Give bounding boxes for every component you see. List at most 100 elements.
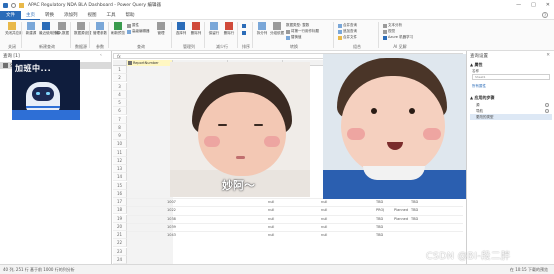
gear-icon[interactable] <box>545 103 549 107</box>
gear-icon[interactable] <box>545 109 549 113</box>
table-cell[interactable]: null <box>268 200 274 204</box>
table-cell[interactable]: TBD <box>376 217 383 221</box>
table-cell[interactable]: null <box>268 225 274 229</box>
row-number[interactable]: 20 <box>113 222 127 231</box>
row-number[interactable]: 1 <box>113 66 127 74</box>
row-number[interactable]: 2 <box>113 74 127 83</box>
row-number[interactable]: 14 <box>113 173 127 182</box>
table-cell[interactable]: null <box>268 217 274 221</box>
row-number[interactable]: 22 <box>113 239 127 248</box>
table-cell[interactable]: null <box>321 217 327 221</box>
refresh-preview-button[interactable]: 刷新预览 <box>111 22 125 35</box>
table-cell[interactable]: 1043 <box>167 233 176 237</box>
row-number[interactable]: 15 <box>113 181 127 190</box>
table-cell[interactable]: 1007 <box>167 200 176 204</box>
tab-home[interactable]: 主页 <box>21 11 40 20</box>
vision-button[interactable]: 视觉 <box>383 29 395 34</box>
maximize-button[interactable]: □ <box>531 2 536 8</box>
close-apply-button[interactable]: 关闭并应用 <box>5 22 23 35</box>
status-column-profile[interactable]: 基于前 1000 行的列分析 <box>30 267 75 273</box>
split-column-button[interactable]: 拆分列 <box>255 22 269 35</box>
replace-values-button[interactable]: 替换值 <box>286 35 302 40</box>
manage-button[interactable]: 管理 <box>154 22 168 35</box>
choose-columns-button[interactable]: 选择列 <box>174 22 188 35</box>
enter-data-button[interactable]: 输入数据 <box>55 22 69 35</box>
close-settings-icon[interactable]: ✕ <box>546 53 550 58</box>
append-queries-button[interactable]: 追加查询 <box>338 29 357 34</box>
table-cell[interactable]: 1039 <box>167 225 176 229</box>
row-number[interactable]: 18 <box>113 206 127 215</box>
advanced-editor-button[interactable]: 高级编辑器 <box>127 29 150 34</box>
tab-transform[interactable]: 转换 <box>40 11 59 20</box>
table-cell[interactable]: TBD <box>411 200 418 204</box>
sort-descending-button[interactable] <box>242 31 246 35</box>
row-number[interactable]: 24 <box>113 255 127 264</box>
close-window-button[interactable]: ✕ <box>546 2 550 8</box>
text-analytics-button[interactable]: 文本分析 <box>383 23 402 28</box>
combine-files-button[interactable]: 合并文件 <box>338 35 357 40</box>
row-number[interactable]: 5 <box>113 99 127 107</box>
properties-header[interactable]: ▲ 属性 <box>470 62 482 68</box>
data-type-dropdown[interactable]: 数据类型: 整数 <box>286 23 309 28</box>
merge-queries-button[interactable]: 合并查询 <box>338 23 357 28</box>
sort-ascending-button[interactable] <box>242 24 246 28</box>
folder-icon[interactable] <box>19 3 24 8</box>
table-cell[interactable]: TBD <box>411 208 418 212</box>
minimize-button[interactable]: — <box>516 2 521 8</box>
row-number[interactable]: 7 <box>113 115 127 124</box>
step-changed-type[interactable]: 更改的类型 <box>470 114 552 120</box>
table-cell[interactable]: TBD <box>411 217 418 221</box>
manage-params-button[interactable]: 管理参数 <box>93 22 107 35</box>
row-number[interactable]: 19 <box>113 214 127 223</box>
row-number[interactable]: 16 <box>113 189 127 198</box>
row-number[interactable]: 6 <box>113 107 127 116</box>
table-cell[interactable]: Planned <box>394 217 408 221</box>
tab-file[interactable]: 文件 <box>0 10 21 20</box>
table-cell[interactable]: TBD <box>376 233 383 237</box>
group-by-button[interactable]: 分组依据 <box>270 22 284 35</box>
row-number[interactable]: 12 <box>113 156 127 165</box>
table-cell[interactable]: null <box>321 233 327 237</box>
table-cell[interactable]: TBD <box>376 225 383 229</box>
row-number[interactable]: 9 <box>113 132 127 140</box>
row-number[interactable]: 13 <box>113 165 127 173</box>
row-number[interactable]: 21 <box>113 231 127 239</box>
row-number[interactable]: 8 <box>113 123 127 132</box>
table-cell[interactable]: null <box>321 225 327 229</box>
table-cell[interactable]: null <box>268 233 274 237</box>
row-number[interactable]: 3 <box>113 82 127 91</box>
remove-rows-button[interactable]: 删除行 <box>222 22 236 35</box>
tab-add-column[interactable]: 添加列 <box>59 11 83 20</box>
new-source-button[interactable]: 新建源 <box>24 22 38 35</box>
all-properties-link[interactable]: 所有属性 <box>472 84 486 89</box>
row-number[interactable]: 11 <box>113 148 127 157</box>
table-cell[interactable]: TBD <box>376 200 383 204</box>
row-number[interactable]: 23 <box>113 247 127 256</box>
table-cell[interactable]: Planned <box>394 208 408 212</box>
row-number[interactable]: 4 <box>113 90 127 99</box>
help-icon[interactable]: ? <box>542 12 548 18</box>
collapse-icon[interactable]: ‹ <box>100 53 102 58</box>
azure-ml-button[interactable]: Azure 机器学习 <box>383 35 413 40</box>
tab-view[interactable]: 视图 <box>83 11 102 20</box>
applied-steps-header[interactable]: ▲ 应用的步骤 <box>470 95 494 101</box>
use-first-row-headers-button[interactable]: 将第一行用作标题 <box>286 29 319 34</box>
table-cell[interactable]: PROJ <box>376 208 384 212</box>
keep-rows-button[interactable]: 保留行 <box>207 22 221 35</box>
tab-tools[interactable]: 工具 <box>102 11 121 20</box>
row-number[interactable]: 10 <box>113 140 127 149</box>
row-number[interactable]: 17 <box>113 198 127 206</box>
tab-help[interactable]: 帮助 <box>121 11 140 20</box>
table-cell[interactable]: null <box>321 200 327 204</box>
save-icon[interactable] <box>3 3 8 8</box>
remove-columns-button[interactable]: 删除列 <box>189 22 203 35</box>
query-name-field[interactable]: Sheet1 <box>472 74 550 80</box>
table-cell[interactable]: null <box>268 208 274 212</box>
undo-icon[interactable] <box>11 3 16 8</box>
properties-button[interactable]: 属性 <box>127 23 139 28</box>
table-cell[interactable]: 1022 <box>167 208 176 212</box>
table-cell[interactable]: null <box>321 208 327 212</box>
datasource-settings-button[interactable]: 数据源设置 <box>74 22 92 35</box>
table-cell[interactable]: 1038 <box>167 217 176 221</box>
recent-sources-button[interactable]: 最近使用的源 <box>39 22 60 35</box>
